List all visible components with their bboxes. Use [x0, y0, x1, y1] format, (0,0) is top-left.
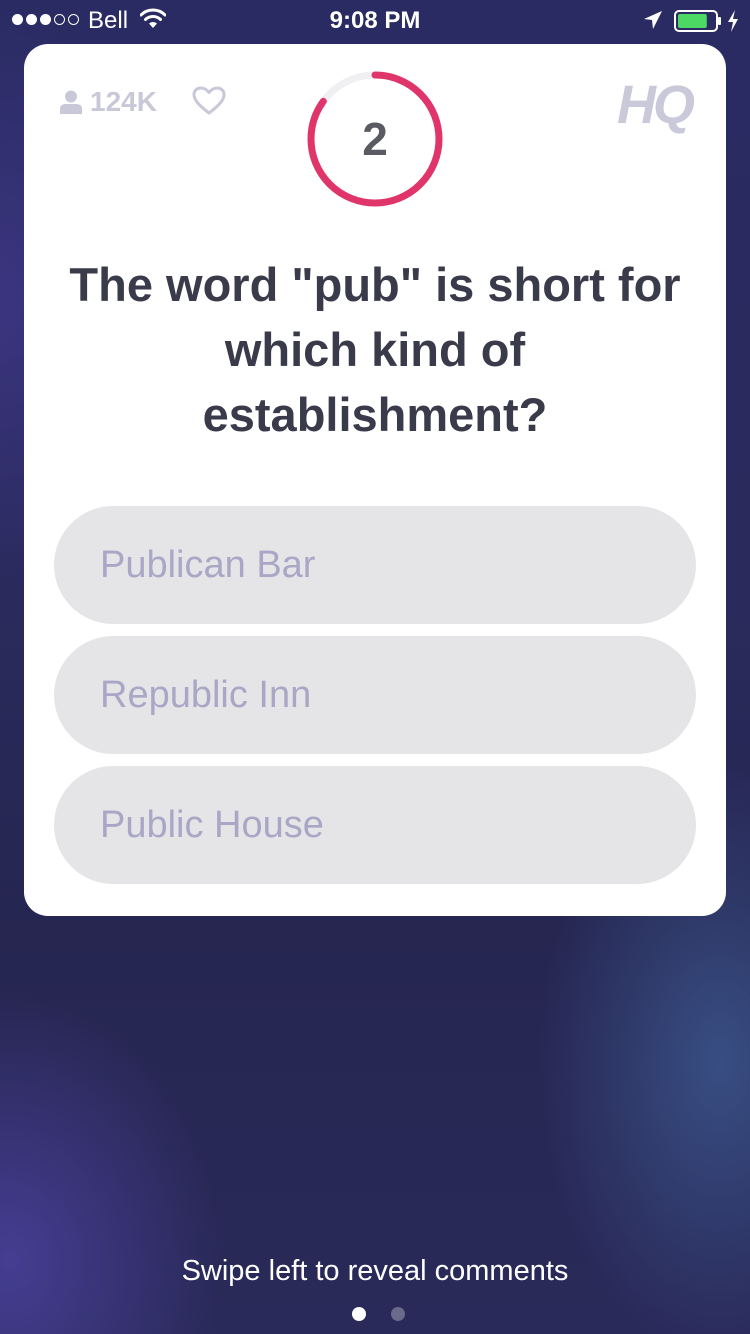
page-dot-2 — [391, 1307, 405, 1321]
status-bar: Bell 9:08 PM — [0, 0, 750, 40]
answer-option-2[interactable]: Republic Inn — [54, 636, 696, 754]
answer-option-1[interactable]: Publican Bar — [54, 506, 696, 624]
timer-value: 2 — [362, 113, 388, 165]
answer-label: Public House — [100, 803, 324, 846]
question-card: 124K 2 HQ The word "pub" is short for wh… — [24, 44, 726, 916]
hq-logo: HQ — [617, 75, 695, 135]
page-dot-1 — [352, 1307, 366, 1321]
battery-icon — [674, 10, 721, 32]
viewer-count: 124K — [60, 86, 157, 118]
page-indicator[interactable] — [352, 1307, 405, 1321]
clock: 9:08 PM — [329, 7, 421, 34]
location-arrow-icon — [644, 11, 662, 29]
question-text: The word "pub" is short for which kind o… — [69, 258, 681, 441]
answer-label: Publican Bar — [100, 543, 316, 586]
countdown-timer: 2 — [304, 68, 446, 210]
answer-label: Republic Inn — [100, 673, 312, 716]
swipe-hint: Swipe left to reveal comments — [181, 1255, 569, 1287]
answer-option-3[interactable]: Public House — [54, 766, 696, 884]
charging-bolt-icon — [728, 10, 738, 32]
heart-icon[interactable] — [192, 86, 226, 116]
viewer-count-label: 124K — [90, 86, 157, 117]
person-icon — [60, 90, 82, 114]
